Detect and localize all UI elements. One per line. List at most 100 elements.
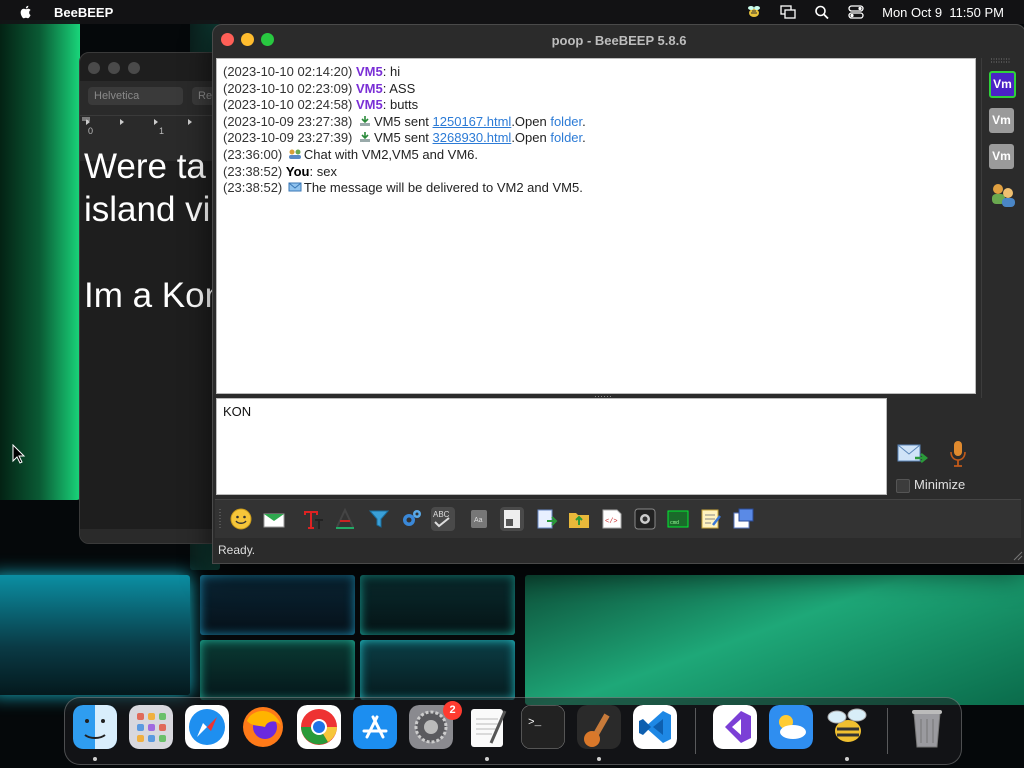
chat-log[interactable]: (2023-10-10 02:14:20) VM5: hi (2023-10-1… (216, 58, 976, 394)
wallpaper-tile (360, 640, 515, 700)
emoticon-icon[interactable] (229, 507, 253, 531)
message-separator: : (382, 64, 390, 79)
user-list-panel: Vm Vm Vm (981, 58, 1022, 398)
send-file-icon[interactable] (567, 507, 591, 531)
settings-gears-icon[interactable] (399, 507, 423, 531)
ruler-tick-label: 1 (159, 126, 165, 136)
toolbar-grip-icon[interactable] (218, 509, 222, 529)
message-text: hi (389, 64, 401, 79)
textedit-icon[interactable] (465, 705, 509, 749)
message-sender[interactable]: VM5 (356, 81, 383, 96)
font-color-icon[interactable] (333, 507, 357, 531)
period: . (582, 113, 586, 129)
file-received-icon (360, 115, 370, 126)
html-code-icon[interactable]: </> (600, 507, 624, 531)
send-email-icon[interactable] (262, 507, 286, 531)
svg-text:ABC: ABC (433, 510, 450, 519)
dock-separator (695, 708, 696, 754)
svg-text:cmd: cmd (670, 520, 679, 526)
user-avatar[interactable]: Vm (989, 108, 1014, 133)
voice-message-icon[interactable] (948, 439, 968, 469)
send-message-icon[interactable] (897, 441, 929, 467)
user-avatar-active[interactable]: Vm (989, 71, 1016, 98)
system-message: (23:36:00) Chat with VM2,VM5 and VM6. (223, 147, 975, 164)
trash-icon[interactable] (905, 705, 949, 749)
panel-grip-icon[interactable] (990, 58, 1012, 63)
wallpaper-tile (360, 575, 515, 635)
message-timestamp: (2023-10-09 23:27:39) (223, 130, 353, 146)
terminal-app-icon[interactable]: >_ (521, 705, 565, 749)
message-sender: You (285, 163, 310, 179)
garageband-icon[interactable] (577, 705, 621, 749)
message-sender[interactable]: VM5 (356, 64, 383, 79)
app-menu-name[interactable]: BeeBEEP (54, 5, 113, 20)
running-indicator (597, 757, 601, 761)
notes-icon[interactable] (699, 507, 723, 531)
font-icon[interactable] (301, 507, 325, 531)
window-title: poop - BeeBEEP 5.8.6 (551, 33, 687, 48)
title-bar[interactable]: poop - BeeBEEP 5.8.6 (213, 25, 1024, 55)
firefox-icon[interactable] (241, 705, 285, 749)
beebeep-status-icon[interactable] (746, 5, 762, 19)
control-center-icon[interactable] (848, 5, 864, 19)
message-timestamp: (2023-10-10 02:24:58) (223, 97, 353, 113)
zoom-button[interactable] (128, 62, 140, 74)
delivery-text: The message will be delivered to VM2 and… (303, 180, 583, 196)
message-timestamp: (2023-10-10 02:14:20) (223, 64, 353, 79)
close-button[interactable] (88, 62, 100, 74)
minimize-checkbox[interactable] (896, 479, 910, 493)
file-transfer-message: (2023-10-09 23:27:38) VM5 sent 1250167.h… (223, 114, 975, 131)
font-family-select[interactable]: Helvetica (88, 87, 183, 105)
message-separator: : (309, 163, 317, 179)
message-timestamp: (23:38:52) (223, 180, 283, 196)
dictionary-icon[interactable]: Aa (467, 507, 491, 531)
period: . (582, 130, 586, 146)
vscode-icon[interactable] (633, 705, 677, 749)
finder-icon[interactable] (73, 705, 117, 749)
file-link[interactable]: 1250167.html (433, 114, 512, 129)
menu-bar: BeeBEEP Mon Oct 9 11:50 PM (0, 0, 1024, 24)
ruler-tick-label: 0 (88, 126, 94, 136)
user-avatar[interactable]: Vm (989, 144, 1014, 169)
minimize-label[interactable]: Minimize (914, 477, 965, 492)
beebeep-icon[interactable] (825, 705, 869, 749)
chrome-icon[interactable] (297, 705, 341, 749)
mouse-cursor-icon (12, 444, 26, 464)
screen-mirroring-icon[interactable] (780, 5, 796, 19)
apple-menu-icon[interactable] (18, 4, 34, 20)
chat-message: (2023-10-10 02:24:58) VM5: butts (223, 97, 975, 114)
wallpaper-tile (200, 575, 355, 635)
message-input[interactable]: KON (216, 398, 887, 495)
message-sender[interactable]: VM5 (356, 97, 383, 112)
filter-icon[interactable] (367, 507, 391, 531)
minimize-button[interactable] (108, 62, 120, 74)
detach-window-icon[interactable] (731, 507, 755, 531)
beebeep-window[interactable]: poop - BeeBEEP 5.8.6 (2023-10-10 02:14:2… (212, 24, 1024, 564)
launchpad-icon[interactable] (129, 705, 173, 749)
chat-message: (23:38:52) You: sex (223, 164, 975, 181)
save-chat-icon[interactable] (535, 507, 559, 531)
chat-message: (2023-10-10 02:14:20) VM5: hi (223, 64, 975, 81)
menu-bar-clock[interactable]: Mon Oct 9 11:50 PM (882, 5, 1004, 20)
document-body[interactable]: Were ta island vi Im a Kon (84, 145, 224, 317)
svg-text:>_: >_ (528, 717, 542, 729)
compact-view-icon[interactable] (500, 507, 524, 531)
weather-icon[interactable] (769, 705, 813, 749)
visual-studio-icon[interactable] (713, 705, 757, 749)
spell-check-icon[interactable]: ABC (431, 507, 455, 531)
svg-text:Aa: Aa (474, 517, 483, 524)
open-folder-link[interactable]: folder (550, 130, 582, 145)
file-link[interactable]: 3268930.html (433, 130, 512, 145)
terminal-icon[interactable]: cmd (666, 507, 690, 531)
running-indicator (485, 757, 489, 761)
resize-grip-icon[interactable] (1013, 551, 1023, 561)
open-folder-link[interactable]: folder (550, 114, 582, 129)
app-store-icon[interactable] (353, 705, 397, 749)
wallpaper-tile (200, 640, 355, 700)
search-icon[interactable] (814, 5, 830, 19)
safari-icon[interactable] (185, 705, 229, 749)
screenshot-icon[interactable] (633, 507, 657, 531)
group-users-icon[interactable] (989, 180, 1017, 208)
dock-separator (887, 708, 888, 754)
chat-toolbar: ABC Aa </> cmd (215, 499, 1021, 538)
